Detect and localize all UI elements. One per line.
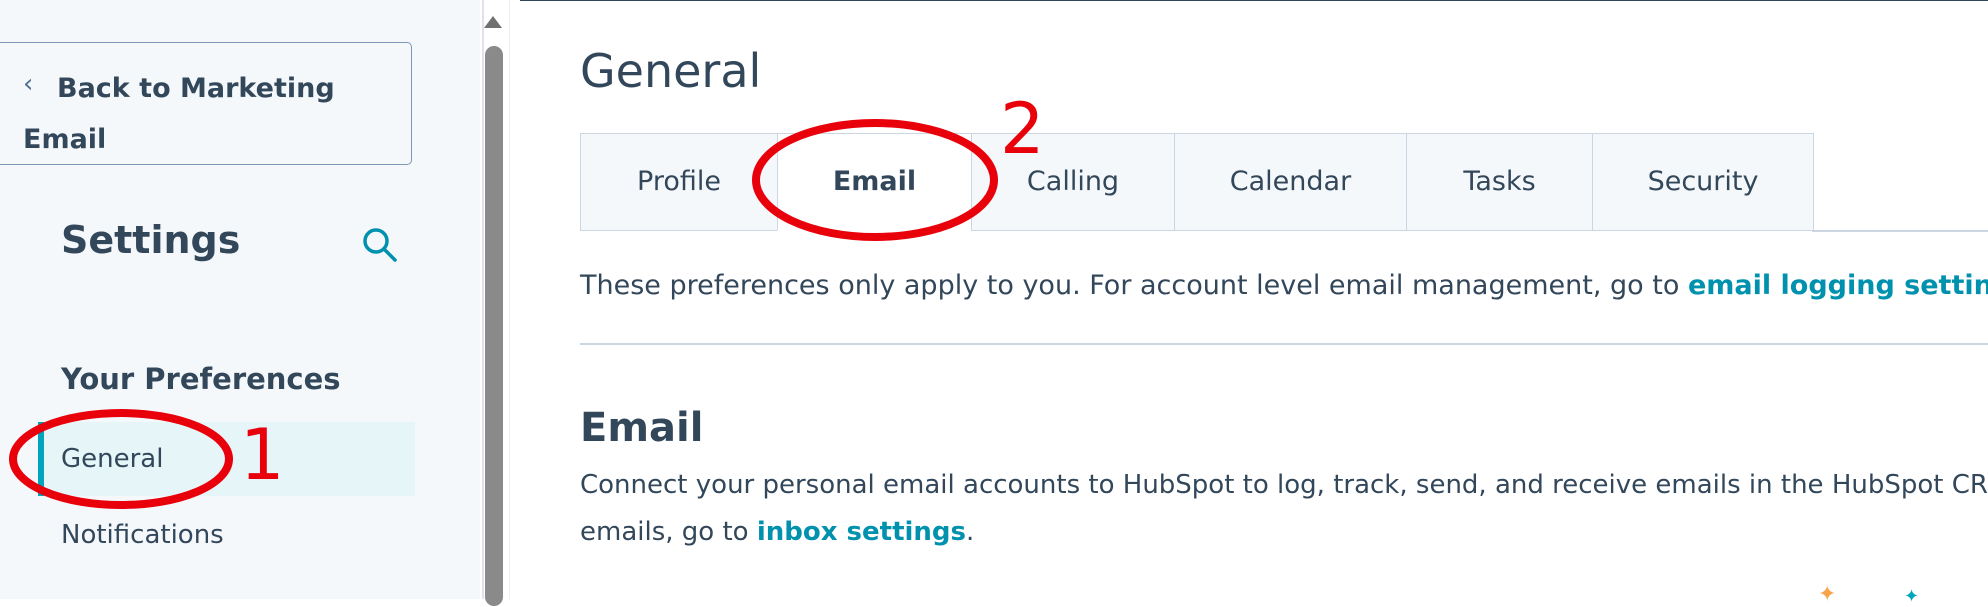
section-divider bbox=[580, 343, 1988, 345]
email-section-title: Email bbox=[580, 405, 704, 451]
inbox-settings-link[interactable]: inbox settings bbox=[757, 517, 966, 547]
annotation-number-2: 2 bbox=[1000, 88, 1045, 170]
tab-calendar[interactable]: Calendar bbox=[1174, 133, 1407, 231]
panel-divider bbox=[509, 0, 510, 599]
description-line-1: Connect your personal email accounts to … bbox=[580, 470, 1988, 500]
sidebar-item-notifications[interactable]: Notifications bbox=[38, 498, 415, 572]
annotation-number-1: 1 bbox=[240, 414, 285, 496]
tab-profile[interactable]: Profile bbox=[580, 133, 778, 231]
back-button-label: Back to Marketing Email bbox=[23, 73, 335, 155]
sidebar-item-label: General bbox=[61, 444, 164, 474]
settings-sidebar: ‹ Back to Marketing Email Settings Your … bbox=[0, 0, 480, 599]
tab-tasks[interactable]: Tasks bbox=[1406, 133, 1593, 231]
search-icon[interactable] bbox=[360, 225, 400, 265]
sidebar-item-label: Notifications bbox=[61, 520, 224, 550]
sparkle-icon: ✦ bbox=[1818, 582, 1837, 607]
page-title: General bbox=[580, 44, 762, 98]
scrollbar-thumb[interactable] bbox=[485, 46, 503, 606]
description-line-2-end: . bbox=[966, 517, 975, 547]
tab-security[interactable]: Security bbox=[1592, 133, 1814, 231]
intro-body: These preferences only apply to you. For… bbox=[580, 270, 1688, 301]
your-preferences-heading: Your Preferences bbox=[61, 362, 341, 396]
tabs-baseline bbox=[1812, 230, 1988, 232]
back-to-marketing-email-button[interactable]: ‹ Back to Marketing Email bbox=[0, 42, 412, 165]
sidebar-title: Settings bbox=[61, 218, 241, 262]
scrollbar-track bbox=[482, 0, 484, 599]
tab-email[interactable]: Email bbox=[777, 133, 972, 231]
email-section-description: Connect your personal email accounts to … bbox=[580, 462, 1988, 556]
intro-text: These preferences only apply to you. For… bbox=[580, 270, 1988, 301]
top-border bbox=[520, 0, 1988, 1]
description-line-2: emails, go to inbox settings. bbox=[580, 509, 1988, 556]
sidebar-item-general[interactable]: General bbox=[38, 422, 415, 496]
sparkle-icon: ✦ bbox=[1904, 586, 1920, 607]
description-line-2-start: emails, go to bbox=[580, 517, 757, 547]
scroll-up-arrow-icon[interactable] bbox=[484, 16, 502, 28]
email-logging-settings-link[interactable]: email logging settings bbox=[1688, 270, 1988, 301]
